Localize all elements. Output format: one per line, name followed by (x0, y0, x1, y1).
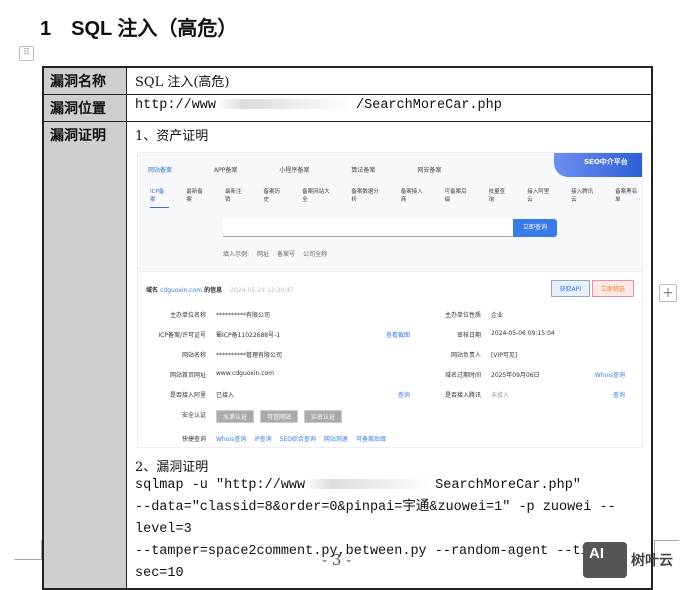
security-label: 安全认证 (181, 412, 206, 419)
label-vuln-location: 漏洞位置 (42, 94, 127, 122)
info-cell: 2024-05-06 09:15:04 (491, 330, 555, 337)
section-heading: 1 SQL 注入（高危） (40, 18, 238, 40)
vuln-proof: 1、资产证明 网站备案 APP备案 小程序备案 算法备案 网安备案 SEO中介平台 IC… (126, 121, 653, 590)
filing-tabs: 网站备案 APP备案 小程序备案 算法备案 网安备案 (148, 165, 441, 174)
asset-proof-heading: 1、资产证明 (135, 129, 209, 144)
info-cell (356, 310, 416, 319)
info-cell: 审核日期 (456, 332, 481, 339)
info-header: 域名 cdguoxin.com 的信息 2024-05-24 12:30:47 (146, 287, 294, 294)
subtabs: ICP备案 最新备案 最新注销 备案历史 备案网站大全 备案数据分析 备案接入商 可备案后缀批… (150, 187, 642, 208)
cert-badge: 实名认证 (304, 410, 343, 423)
info-cell[interactable]: 查询 (356, 390, 416, 399)
info-cell: ICP备案/许可证号 (158, 332, 206, 339)
page-number: - 3 - (322, 551, 352, 569)
seo-badge: SEO中介平台 (554, 153, 642, 177)
info-cell: 未接入 (491, 392, 510, 399)
info-cell (561, 310, 631, 319)
info-cell: 网站名称 (181, 352, 206, 359)
search-button: 立即查询 (513, 219, 557, 237)
report-button: 立即挑选 (591, 280, 634, 297)
watermark-logo: AI 树叶云 (583, 542, 673, 578)
tab-app: APP备案 (214, 167, 238, 174)
quick-label: 快捷查询 (181, 436, 206, 443)
table-move-handle-icon[interactable]: ⠿ (19, 46, 34, 61)
info-cell[interactable]: Whois查询 (561, 370, 631, 379)
security-certs: 水滴认证 可信网站 实名认证 (216, 410, 631, 423)
page-corner-mark (14, 540, 42, 560)
info-cell[interactable]: 查看截图 (356, 330, 416, 339)
info-cell: **********有限公司 (216, 312, 271, 319)
tab-miniprogram: 小程序备案 (279, 167, 310, 174)
info-cell (561, 330, 631, 339)
info-cell: 是否接入腾讯 (444, 392, 481, 399)
info-cell: 企业 (491, 312, 504, 319)
vuln-proof-heading: 2、漏洞证明 (135, 460, 209, 475)
vuln-location: http://www/SearchMoreCar.php (126, 94, 653, 122)
tab-website: 网站备案 (148, 167, 173, 174)
quick-links: Whois查询 IP查询 SEO综合查询 网站测速 可备案后缀 (216, 434, 631, 443)
tab-security: 网安备案 (417, 167, 442, 174)
quick-link: 可备案后缀 (355, 436, 386, 443)
add-column-icon[interactable]: + (659, 284, 677, 302)
info-cell: 主办单位名称 (169, 312, 206, 319)
info-cell: 2025年09月06日 (491, 372, 540, 379)
info-cell (356, 370, 416, 379)
icp-lookup-screenshot: 网站备案 APP备案 小程序备案 算法备案 网安备案 SEO中介平台 ICP备案 最新备案… (137, 152, 643, 448)
info-cell: 网站负责人 (450, 352, 481, 359)
info-cell: **********管理有限公司 (216, 352, 283, 359)
vuln-name: SQL 注入(高危) (126, 66, 653, 95)
info-cell (356, 350, 416, 359)
redacted-domain (216, 99, 357, 110)
vulnerability-table: 漏洞名称 SQL 注入(高危) 漏洞位置 http://www/SearchMore… (42, 66, 653, 590)
quick-link: SEO综合查询 (279, 436, 316, 443)
tab-algorithm: 算法备案 (351, 167, 376, 174)
info-cell: [VIP可见] (491, 352, 518, 359)
api-button: 获取API (550, 280, 590, 297)
info-grid: 主办单位名称 **********有限公司 主办单位性质 企业 ICP备案/许可证号 蜀I… (146, 310, 634, 443)
info-cell: 蜀ICP备11022688号-1 (216, 332, 281, 339)
ai-logo-icon: AI (583, 542, 627, 578)
info-cell (561, 350, 631, 359)
info-cell: 域名过期时间 (444, 372, 481, 379)
info-cell: 是否接入阿里 (169, 392, 206, 399)
info-cell: 网站首页网址 (169, 372, 206, 379)
search-box (223, 219, 513, 237)
redacted-domain (305, 479, 436, 490)
quick-link: IP查询 (254, 436, 272, 443)
cert-badge: 可信网站 (260, 410, 299, 423)
info-cell: 主办单位性质 (444, 312, 481, 319)
label-vuln-name: 漏洞名称 (42, 66, 127, 95)
info-cell[interactable]: 查询 (561, 390, 631, 399)
label-vuln-proof: 漏洞证明 (42, 121, 127, 590)
sqlmap-command: sqlmap -u "http://www SearchMoreCar.php" … (135, 478, 616, 581)
info-cell: www.cdguoxin.com (216, 370, 275, 377)
quick-link: Whois查询 (216, 436, 247, 443)
domain-info-panel: 域名 cdguoxin.com 的信息 2024-05-24 12:30:47 获… (138, 271, 642, 447)
search-examples: 填入示例: 网址 备案号 公司全称 (223, 251, 328, 258)
quick-link: 网站测速 (323, 436, 348, 443)
info-cell: 已接入 (216, 392, 235, 399)
cert-badge: 水滴认证 (216, 410, 255, 423)
